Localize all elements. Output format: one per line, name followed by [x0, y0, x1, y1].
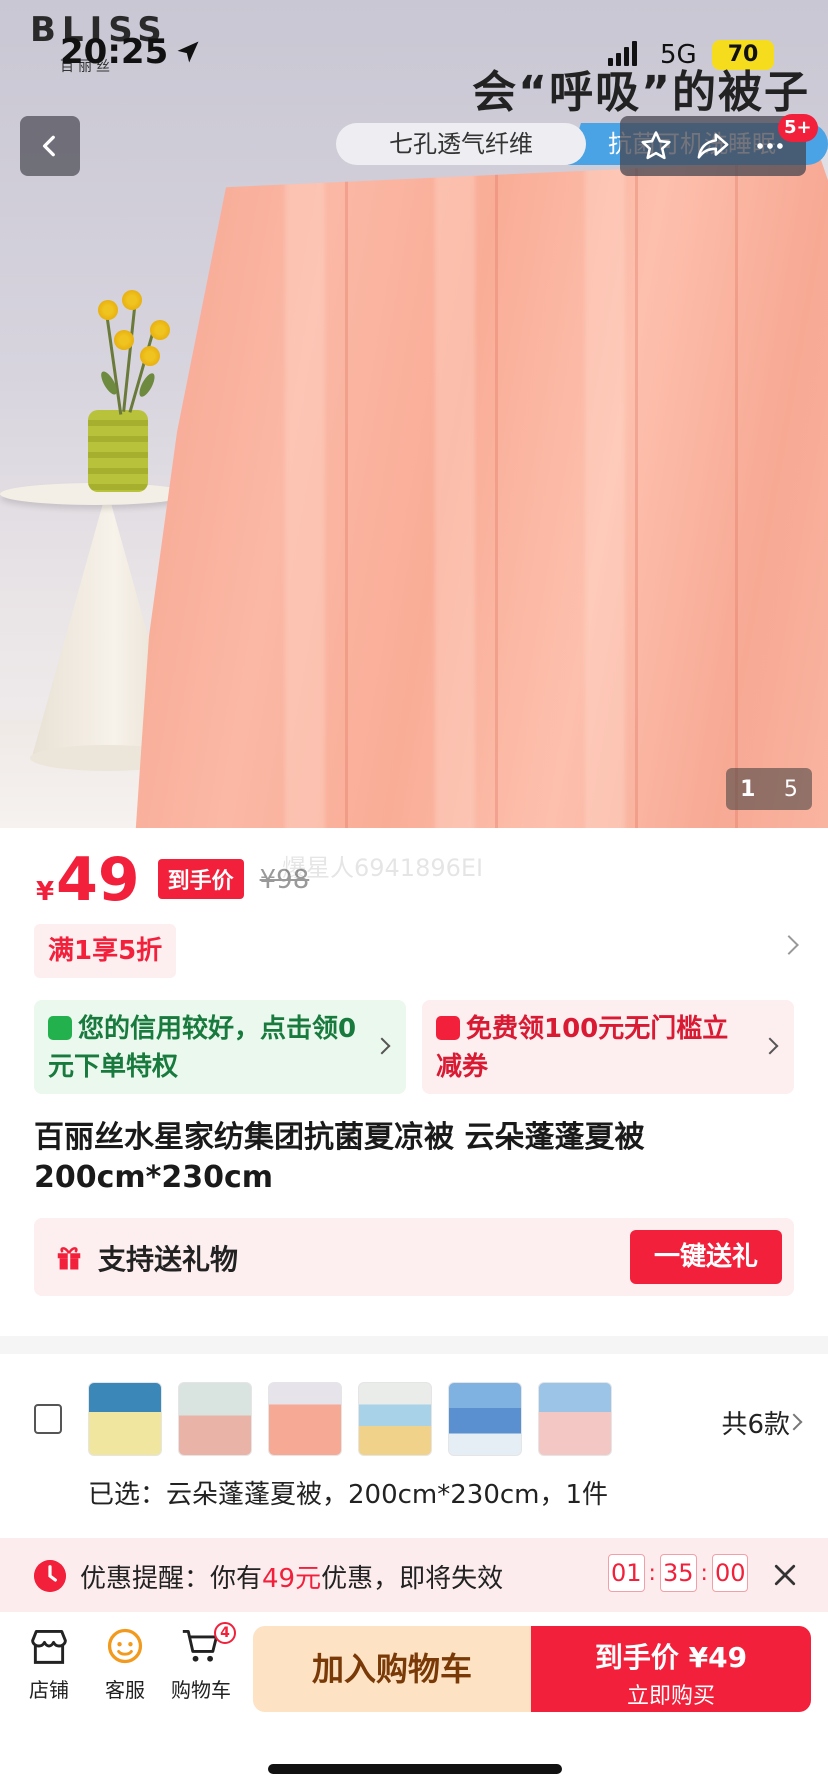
cart-tab[interactable]: 4 购物车	[166, 1622, 236, 1703]
watermark: 爆星人6941896EI	[282, 854, 484, 882]
gift-icon	[57, 1247, 81, 1270]
hero-slogan: 会“呼吸”的被子	[472, 67, 810, 118]
discount-reminder: 优惠提醒：你有49元优惠，即将失效 01 : 35 : 00	[0, 1538, 828, 1612]
currency-symbol: ¥	[36, 877, 55, 907]
close-icon[interactable]	[770, 1560, 800, 1590]
flower-stem	[104, 310, 123, 415]
vase	[88, 410, 148, 492]
flower	[114, 330, 134, 350]
chevron-right-icon	[761, 1037, 779, 1055]
cart-label: 购物车	[171, 1678, 231, 1702]
selected-variant: 已选：云朵蓬蓬夏被，200cm*230cm，1件	[88, 1480, 609, 1510]
buy-now-button[interactable]: 到手价 ¥49 立即购买	[531, 1626, 811, 1712]
product-detail-page: BLISS 百丽丝 20:25 5G 70 会“呼吸”的被子 抗菌可机洗睡眠 七…	[0, 0, 828, 1792]
variant-thumbnails	[88, 1382, 612, 1456]
reminder-suffix: 优惠，即将失效	[321, 1564, 504, 1594]
discount-promo[interactable]: 满1享5折	[34, 924, 177, 978]
variant-thumb[interactable]	[448, 1382, 522, 1456]
variant-thumb[interactable]	[268, 1382, 342, 1456]
cart-count-badge: 4	[214, 1622, 236, 1644]
coupon-card[interactable]: 免费领100元无门槛立减券	[422, 1000, 794, 1094]
image-index: 1	[740, 776, 756, 802]
chevron-right-icon	[373, 1037, 391, 1055]
selection-icon	[34, 1404, 62, 1434]
quilt-highlight	[435, 160, 475, 828]
product-title: 百丽丝水星家纺集团抗菌夏凉被 云朵蓬蓬夏被 200cm*230cm	[34, 1120, 645, 1195]
gift-label: 支持送礼物	[98, 1243, 239, 1276]
clock-icon	[34, 1560, 66, 1592]
countdown-timer: 01 : 35 : 00	[608, 1554, 749, 1592]
countdown-separator: :	[648, 1560, 656, 1586]
buy-price-label: 到手价 ¥49	[594, 1641, 748, 1674]
flower	[122, 290, 142, 310]
buy-now-label: 立即购买	[626, 1684, 715, 1709]
reminder-amount: 49元	[262, 1564, 322, 1594]
chevron-right-icon[interactable]	[779, 935, 799, 955]
quilt-fold	[735, 160, 738, 828]
variant-thumb[interactable]	[88, 1382, 162, 1456]
service-label: 客服	[105, 1678, 145, 1702]
product-hero-image[interactable]: BLISS 百丽丝 20:25 5G 70 会“呼吸”的被子 抗菌可机洗睡眠 七…	[0, 0, 828, 828]
add-to-cart-button[interactable]: 加入购物车	[253, 1626, 531, 1712]
reminder-prefix: 优惠提醒：你有	[80, 1564, 263, 1594]
coupon-icon	[436, 1016, 460, 1040]
countdown-minutes: 35	[659, 1554, 697, 1592]
feature-pill-fiber: 七孔透气纤维	[336, 123, 586, 165]
image-counter[interactable]: 1 5	[726, 768, 812, 810]
variant-thumb[interactable]	[358, 1382, 432, 1456]
variant-count[interactable]: 共6款	[721, 1404, 790, 1441]
flower	[150, 320, 170, 340]
variant-selector[interactable]: 共6款 已选：云朵蓬蓬夏被，200cm*230cm，1件	[0, 1354, 828, 1538]
quilt-fold	[635, 160, 638, 828]
chevron-left-icon	[42, 135, 55, 157]
flower	[98, 300, 118, 320]
coupon-text: 免费领100元无门槛立减券	[436, 1014, 729, 1082]
store-tab[interactable]: 店铺	[14, 1626, 84, 1703]
share-icon[interactable]	[695, 129, 731, 163]
message-badge: 5+	[778, 114, 818, 142]
reminder-text: 优惠提醒：你有49元优惠，即将失效	[80, 1558, 503, 1595]
store-icon	[31, 1630, 67, 1664]
customer-service-icon	[107, 1628, 143, 1664]
status-time: 20:25	[60, 32, 169, 72]
quilt-fold	[495, 160, 498, 828]
countdown-seconds: 00	[711, 1554, 749, 1592]
send-gift-button[interactable]: 一键送礼	[630, 1230, 782, 1284]
service-tab[interactable]: 客服	[90, 1626, 160, 1703]
gift-bar: 支持送礼物 一键送礼	[34, 1218, 794, 1296]
home-indicator[interactable]	[268, 1764, 562, 1774]
shopping-bag-icon	[48, 1016, 72, 1040]
price-row: ¥ 49 到手价 ¥98	[36, 848, 309, 912]
bottom-action-bar: 店铺 客服 4 购物车 加入购物车 到手价 ¥49 立即购买	[0, 1612, 828, 1792]
variant-thumb[interactable]	[178, 1382, 252, 1456]
countdown-hours: 01	[608, 1554, 645, 1592]
back-button[interactable]	[20, 116, 80, 176]
quilt-highlight	[585, 160, 625, 828]
store-label: 店铺	[29, 1678, 69, 1702]
location-arrow-icon	[177, 41, 199, 63]
variant-thumb[interactable]	[538, 1382, 612, 1456]
credit-privilege-card[interactable]: 您的信用较好，点击领0元下单特权	[34, 1000, 406, 1094]
quilt-highlight	[285, 160, 325, 828]
star-icon[interactable]	[639, 129, 673, 163]
flower	[140, 346, 160, 366]
product-info: ¥ 49 到手价 ¥98 爆星人6941896EI 满1享5折 您的信用较好，点…	[0, 828, 828, 1336]
countdown-separator: :	[700, 1560, 708, 1586]
quilt-photo	[135, 160, 828, 828]
final-price-tag: 到手价	[157, 859, 244, 899]
credit-privilege-text: 您的信用较好，点击领0元下单特权	[48, 1014, 357, 1082]
image-total: 5	[783, 776, 798, 802]
quilt-fold	[345, 160, 348, 828]
final-price: 49	[56, 845, 140, 915]
